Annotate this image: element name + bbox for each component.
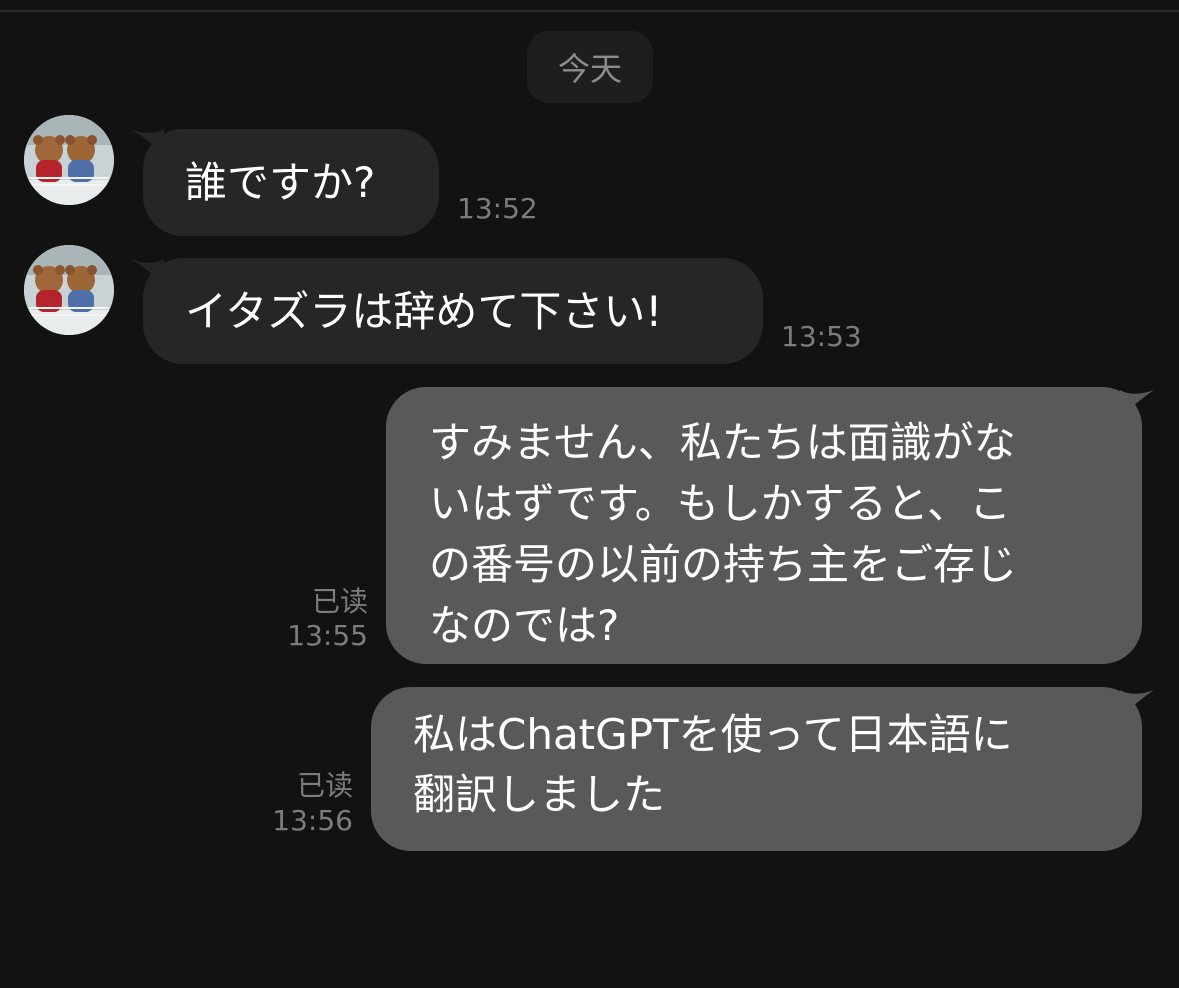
- message-timestamp: 13:53: [781, 320, 862, 353]
- read-status: 已读: [311, 585, 368, 618]
- message-text: イタズラは辞めて下さい!: [185, 287, 663, 336]
- message-timestamp: 13:52: [457, 192, 538, 225]
- message-bubble-incoming[interactable]: 誰ですか?: [143, 129, 439, 236]
- message-bubble-incoming[interactable]: イタズラは辞めて下さい!: [143, 258, 763, 364]
- top-divider: [0, 10, 1179, 12]
- date-divider: 今天: [527, 31, 653, 103]
- message-text: 誰ですか?: [185, 158, 376, 207]
- read-status: 已读: [296, 769, 353, 802]
- message-timestamp: 13:56: [272, 804, 353, 837]
- message-line: 私はChatGPTを使って日本語に: [413, 710, 1013, 759]
- message-line: 翻訳しました: [413, 770, 666, 819]
- message-line: なのでは?: [429, 601, 620, 650]
- contact-avatar[interactable]: [24, 115, 114, 205]
- message-bubble-outgoing[interactable]: すみません、私たちは面識がな いはずです。もしかすると、こ の番号の以前の持ち主…: [386, 387, 1142, 664]
- message-line: いはずです。もしかすると、こ: [429, 479, 1012, 528]
- teddy-bears-avatar-icon: [24, 245, 114, 335]
- message-timestamp: 13:55: [287, 619, 368, 652]
- message-line: すみません、私たちは面識がな: [429, 418, 1016, 467]
- teddy-bears-avatar-icon: [24, 115, 114, 205]
- contact-avatar[interactable]: [24, 245, 114, 335]
- message-line: の番号の以前の持ち主をご存じ: [429, 540, 1018, 589]
- message-bubble-outgoing[interactable]: 私はChatGPTを使って日本語に 翻訳しました: [371, 687, 1142, 851]
